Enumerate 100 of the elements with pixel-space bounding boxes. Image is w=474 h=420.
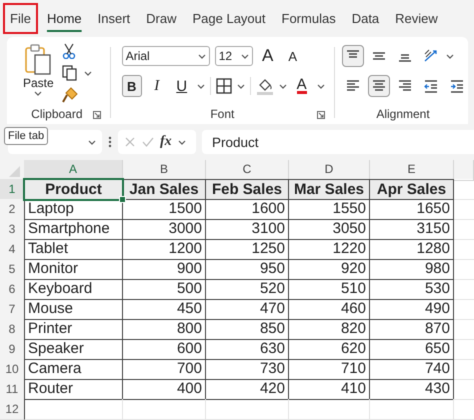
row-header[interactable]: 6	[0, 279, 24, 300]
table-cell: 420	[206, 379, 289, 400]
ribbon-tab[interactable]: Insert	[90, 3, 138, 34]
table-cell: 1550	[289, 199, 370, 220]
table-cell: 1650	[370, 199, 454, 220]
table-cell: 980	[370, 259, 454, 280]
table-cell: 600	[123, 339, 206, 360]
table-cell: 920	[289, 259, 370, 280]
table-cell: 710	[289, 359, 370, 380]
group-label: Font	[210, 107, 234, 121]
table-cell: Keyboard	[24, 279, 123, 300]
clipboard-icon	[24, 43, 52, 75]
fill-color-icon[interactable]	[256, 77, 274, 95]
table-cell: Speaker	[24, 339, 123, 360]
ribbon-tab[interactable]: Formulas	[274, 3, 343, 34]
caret-icon[interactable]	[198, 54, 206, 58]
table-cell: 1220	[289, 239, 370, 260]
table-cell: 3050	[289, 219, 370, 240]
borders-icon[interactable]	[216, 78, 232, 94]
launcher-icon[interactable]	[317, 111, 325, 119]
underline-button[interactable]: U	[172, 75, 192, 97]
row-header[interactable]: 2	[0, 199, 24, 220]
table-cell: 850	[206, 319, 289, 340]
ribbon-tab[interactable]: Home	[40, 3, 89, 34]
table-cell: Apr Sales	[370, 179, 454, 200]
ribbon-tab[interactable]: Data	[344, 3, 386, 34]
more-icon[interactable]	[108, 136, 112, 148]
table-cell: Monitor	[24, 259, 123, 280]
table-cell: 800	[123, 319, 206, 340]
table-cell: 620	[289, 339, 370, 360]
ribbon-tab[interactable]: File	[3, 3, 38, 34]
table-cell: 430	[370, 379, 454, 400]
font-size-field[interactable]: 12	[214, 46, 253, 66]
table-cell: 650	[370, 339, 454, 360]
table-cell: 460	[289, 299, 370, 320]
caret-icon[interactable]	[278, 84, 287, 88]
caret-icon[interactable]	[446, 54, 454, 58]
row-header[interactable]: 1	[0, 179, 24, 200]
table-cell: 950	[206, 259, 289, 280]
caret-icon[interactable]	[178, 140, 186, 144]
table-cell: Smartphone	[24, 219, 123, 240]
row-header[interactable]: 7	[0, 299, 24, 320]
row-header[interactable]: 12	[0, 399, 24, 420]
font-name-field[interactable]: Arial	[122, 46, 210, 66]
row-header[interactable]: 5	[0, 259, 24, 280]
table-cell: 530	[370, 279, 454, 300]
text-angle-icon[interactable]	[423, 48, 439, 64]
table-cell: 740	[370, 359, 454, 380]
table-cell: 900	[123, 259, 206, 280]
row-header[interactable]: 11	[0, 379, 24, 400]
increase-indent-icon[interactable]	[449, 78, 465, 94]
table-cell: Tablet	[24, 239, 123, 260]
table-cell: 820	[289, 319, 370, 340]
grow-font-button[interactable]: A	[258, 45, 278, 67]
table-cell: 3100	[206, 219, 289, 240]
table-cell: 1200	[123, 239, 206, 260]
caret-icon[interactable]	[34, 91, 42, 96]
font-color-button[interactable]: A	[292, 75, 312, 97]
table-cell: 410	[289, 379, 370, 400]
shrink-font-button[interactable]: A	[282, 45, 303, 67]
caret-icon[interactable]	[236, 84, 245, 88]
paste-button[interactable]: Paste	[23, 41, 54, 104]
table-cell: Camera	[24, 359, 123, 380]
table-cell: 700	[123, 359, 206, 380]
caret-icon[interactable]	[196, 84, 205, 88]
caret-icon[interactable]	[316, 84, 325, 88]
row-header[interactable]: 10	[0, 359, 24, 380]
formula-field[interactable]: Product	[202, 130, 474, 154]
table-cell: Mar Sales	[289, 179, 370, 200]
caret-icon[interactable]	[84, 70, 92, 76]
table-cell: 520	[206, 279, 289, 300]
row-header[interactable]: 4	[0, 239, 24, 260]
table-cell: 510	[289, 279, 370, 300]
table-cell: Jan Sales	[123, 179, 206, 200]
copy-icon[interactable]	[62, 65, 78, 81]
table-cell: 1600	[206, 199, 289, 220]
row-header[interactable]: 8	[0, 319, 24, 340]
caret-icon[interactable]	[240, 54, 249, 58]
bold-button[interactable]: B	[122, 75, 142, 97]
table-cell: 490	[370, 299, 454, 320]
table-cell: 450	[123, 299, 206, 320]
brush-icon[interactable]	[62, 87, 78, 103]
scissors-icon[interactable]	[62, 43, 76, 59]
decrease-indent-icon[interactable]	[423, 78, 439, 94]
fill-handle[interactable]	[119, 196, 126, 203]
ribbon-tab[interactable]: Review	[388, 3, 445, 34]
table-cell: Feb Sales	[206, 179, 289, 200]
row-header[interactable]: 3	[0, 219, 24, 240]
italic-button[interactable]: I	[146, 75, 167, 97]
group-label: Clipboard	[31, 107, 83, 121]
ribbon-tab[interactable]: Page Layout	[186, 3, 273, 34]
caret-icon[interactable]	[88, 140, 96, 144]
row-header[interactable]: 9	[0, 339, 24, 360]
table-cell: 1500	[123, 199, 206, 220]
table-cell: 500	[123, 279, 206, 300]
table-cell: 730	[206, 359, 289, 380]
launcher-icon[interactable]	[92, 111, 101, 119]
ribbon-tab[interactable]: Draw	[139, 3, 184, 34]
table-cell: Router	[24, 379, 123, 400]
insert-function-button[interactable]: fx	[160, 134, 172, 150]
